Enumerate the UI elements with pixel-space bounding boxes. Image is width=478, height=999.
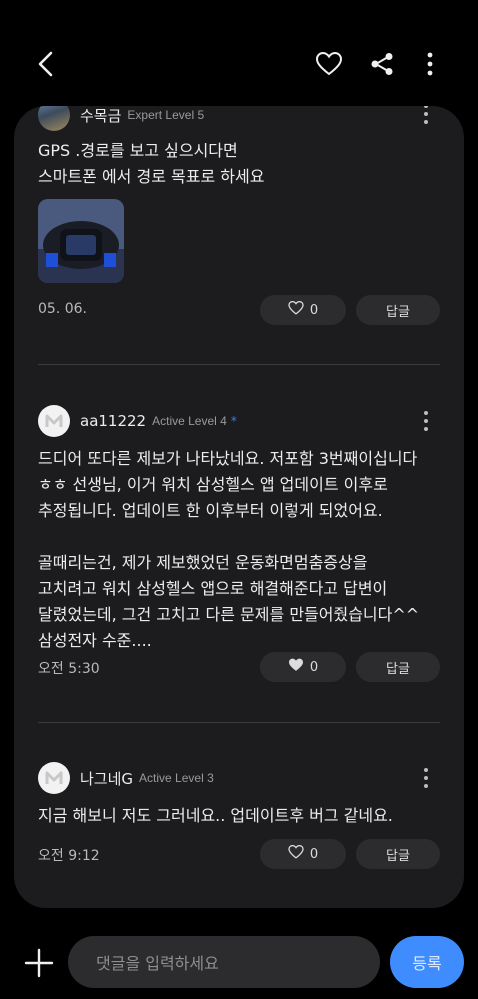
username[interactable]: aa11222 <box>80 412 146 430</box>
attached-image[interactable] <box>38 199 124 283</box>
comment-header: 나그네G Active Level 3 <box>38 761 214 795</box>
username[interactable]: 수목금 <box>80 106 121 126</box>
comments-card: 수목금 Expert Level 5 GPS .경로를 보고 싶으시다면 스마트… <box>14 106 464 908</box>
verified-star-icon: * <box>230 414 237 428</box>
like-button[interactable]: 0 <box>260 295 346 325</box>
comment-date: 05. 06. <box>38 301 87 317</box>
comment-composer: 댓글을 입력하세요 등록 <box>0 920 478 999</box>
top-app-bar <box>0 0 478 100</box>
comment-date: 오전 5:30 <box>38 661 100 677</box>
username[interactable]: 나그네G <box>80 768 133 789</box>
avatar[interactable] <box>38 405 70 437</box>
user-level: Expert Level 5 <box>127 108 205 122</box>
comment-text: 드디어 또다른 제보가 나타났네요. 저포함 3번째이십니다 ㅎㅎ 선생님, 이… <box>38 449 420 650</box>
reply-button[interactable]: 답글 <box>356 652 440 682</box>
heart-outline-icon <box>288 844 304 863</box>
reply-button[interactable]: 답글 <box>356 295 440 325</box>
submit-button[interactable]: 등록 <box>390 936 464 988</box>
comment-more-icon[interactable] <box>416 766 436 790</box>
more-options-icon[interactable] <box>410 44 450 84</box>
like-count: 0 <box>309 846 319 862</box>
user-level: Active Level 3 <box>139 771 214 785</box>
comment-text: 지금 해보니 저도 그러네요.. 업데이트후 버그 같네요. <box>38 806 393 825</box>
avatar[interactable] <box>38 106 70 131</box>
comment-date: 오전 9:12 <box>38 848 100 864</box>
divider <box>38 722 440 723</box>
heart-icon[interactable] <box>309 44 349 84</box>
share-icon[interactable] <box>362 44 402 84</box>
reply-button[interactable]: 답글 <box>356 839 440 869</box>
like-count: 0 <box>309 302 319 318</box>
comment-header: 수목금 Expert Level 5 <box>38 106 204 132</box>
comment-header: aa11222 Active Level 4 * <box>38 404 237 438</box>
like-button[interactable]: 0 <box>260 839 346 869</box>
add-attachment-icon[interactable] <box>22 946 56 980</box>
comment-more-icon[interactable] <box>416 106 436 126</box>
comment-more-icon[interactable] <box>416 409 436 433</box>
user-level: Active Level 4 <box>152 414 227 428</box>
back-arrow-icon[interactable] <box>26 44 66 84</box>
comment-text: GPS .경로를 보고 싶으시다면 스마트폰 에서 경로 목표로 하세요 <box>38 141 265 186</box>
like-button[interactable]: 0 <box>260 652 346 682</box>
avatar[interactable] <box>38 762 70 794</box>
heart-filled-icon <box>288 658 304 676</box>
like-count: 0 <box>309 659 319 675</box>
heart-outline-icon <box>288 300 304 319</box>
comment-input[interactable]: 댓글을 입력하세요 <box>68 936 380 988</box>
divider <box>38 364 440 365</box>
